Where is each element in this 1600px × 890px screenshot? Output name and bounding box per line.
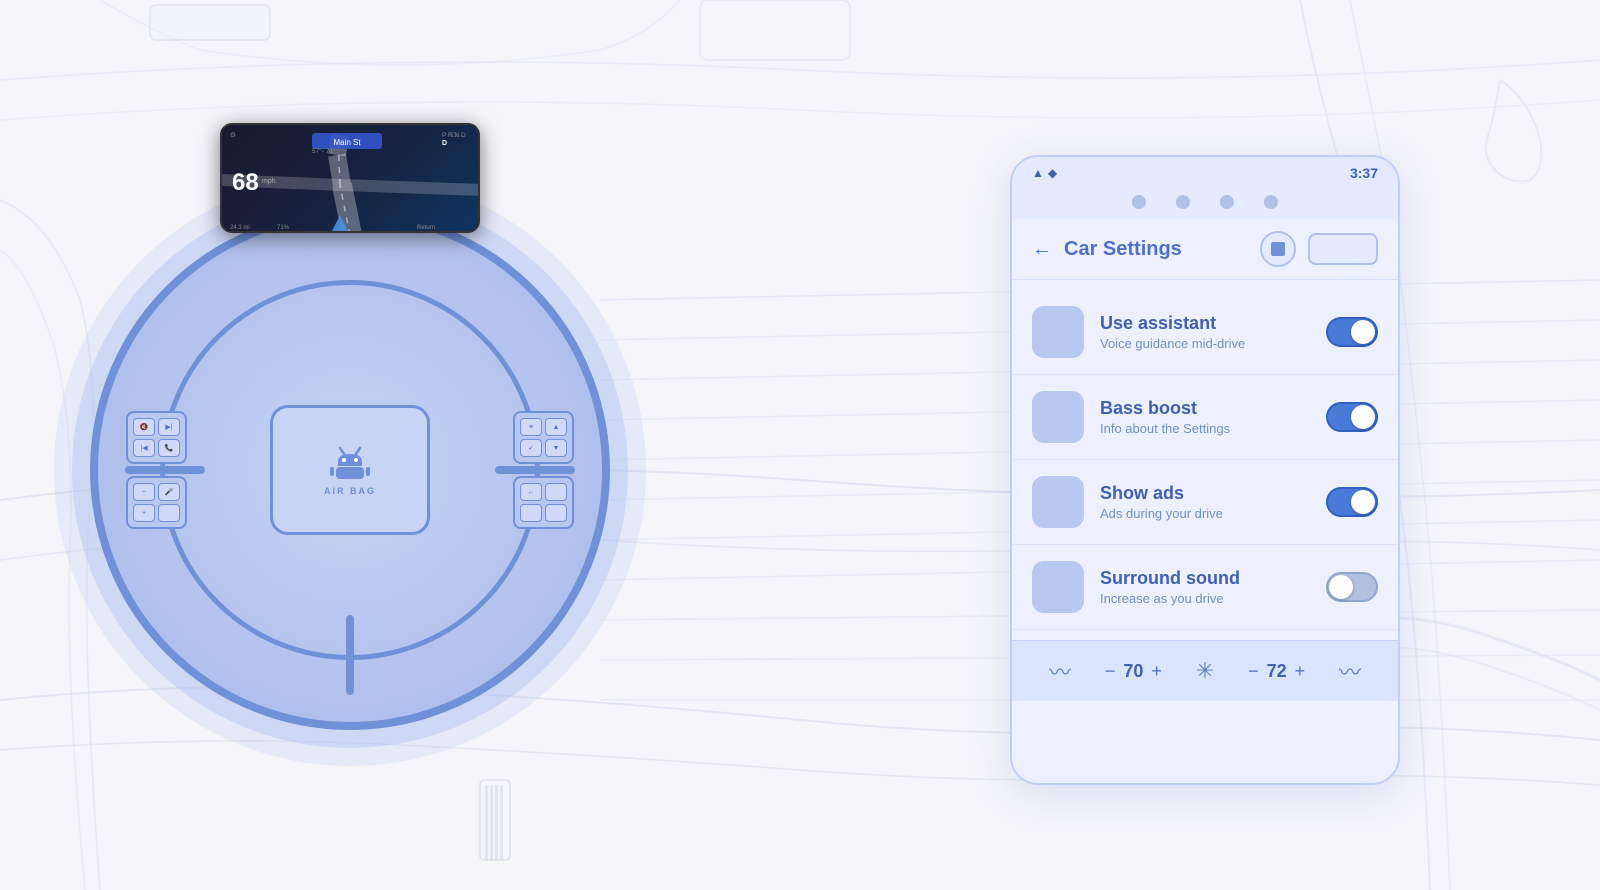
left-heat-icon: 〰 — [1049, 655, 1071, 687]
android-robot-icon — [330, 444, 370, 482]
left-btn-group-bottom: − 🎤 + — [126, 476, 187, 529]
bass-boost-desc: Info about the Settings — [1100, 421, 1310, 436]
minus-btn[interactable]: − — [133, 483, 155, 501]
settings-list: Use assistant Voice guidance mid-drive B… — [1012, 280, 1398, 640]
right-climate-control: − 72 + — [1248, 661, 1305, 682]
phone-status-bar: ▲ ◆ 3:37 — [1012, 157, 1398, 185]
vol-down-btn[interactable]: |◀ — [133, 439, 155, 457]
mic-btn[interactable]: 🎤 — [158, 483, 180, 501]
svg-text:D: D — [442, 140, 447, 147]
bass-boost-title: Bass boost — [1100, 398, 1310, 419]
left-temp-value: 70 — [1123, 661, 1143, 682]
setting-use-assistant: Use assistant Voice guidance mid-drive — [1012, 290, 1398, 375]
use-assistant-desc: Voice guidance mid-drive — [1100, 336, 1310, 351]
svg-text:⊙: ⊙ — [230, 132, 236, 139]
r3-btn[interactable] — [545, 504, 567, 522]
nav-dot-4 — [1264, 195, 1278, 209]
steering-wheel-inner: AIR BAG — [160, 280, 540, 660]
nav-dot-2 — [1176, 195, 1190, 209]
phone-nav-dots — [1012, 185, 1398, 219]
climate-bar: 〰 − 70 + ✳ − 72 + 〰 — [1012, 640, 1398, 701]
airbag-label: AIR BAG — [324, 486, 376, 496]
nav-dot-3 — [1220, 195, 1234, 209]
setting-bass-boost: Bass boost Info about the Settings — [1012, 375, 1398, 460]
right-temp-increase-btn[interactable]: + — [1295, 661, 1306, 682]
surround-sound-toggle[interactable] — [1326, 572, 1378, 602]
back-arrow-icon: ← — [1032, 238, 1052, 261]
phone-panel: ▲ ◆ 3:37 ← Car Settings Use assistant Vo… — [1010, 155, 1400, 785]
svg-text:Main St: Main St — [333, 138, 361, 147]
svg-text:24.3 mi: 24.3 mi — [230, 225, 250, 231]
svg-text:mph: mph — [262, 178, 276, 185]
down-btn[interactable]: ▼ — [545, 439, 567, 457]
back-button[interactable]: ← — [1032, 238, 1052, 261]
setting-surround-sound: Surround sound Increase as you drive — [1012, 545, 1398, 630]
up-btn[interactable]: ▲ — [545, 418, 567, 436]
r2-btn[interactable] — [520, 504, 542, 522]
right-temp-value: 72 — [1267, 661, 1287, 682]
left-spoke-buttons: 🔇 ▶| |◀ 📞 − 🎤 + — [126, 411, 187, 529]
show-ads-toggle[interactable] — [1326, 487, 1378, 517]
steering-wheel-outer: Main St ⊙ □ 57°- 71° 68 mph 24.3 mi 71% … — [90, 210, 610, 730]
left-climate-control: − 70 + — [1105, 661, 1162, 682]
signal-icon: ▲ — [1032, 166, 1044, 180]
check-btn[interactable]: ✓ — [520, 439, 542, 457]
map-svg: Main St ⊙ □ 57°- 71° 68 mph 24.3 mi 71% … — [222, 125, 480, 233]
left-btn-group-top: 🔇 ▶| |◀ 📞 — [126, 411, 187, 464]
fan-icon: ✳ — [1196, 658, 1214, 684]
show-ads-text: Show ads Ads during your drive — [1100, 483, 1310, 521]
bass-boost-icon — [1032, 391, 1084, 443]
settings-header: ← Car Settings — [1012, 219, 1398, 280]
right-heat-icon: 〰 — [1339, 655, 1361, 687]
right-temp-decrease-btn[interactable]: − — [1248, 661, 1259, 682]
back-sw-btn[interactable]: ← — [520, 483, 542, 501]
right-btn-group-top: ≡ ▲ ✓ ▼ — [513, 411, 574, 464]
steering-wheel-container: Main St ⊙ □ 57°- 71° 68 mph 24.3 mi 71% … — [60, 80, 640, 860]
left-temp-decrease-btn[interactable]: − — [1105, 661, 1116, 682]
use-assistant-toggle[interactable] — [1326, 317, 1378, 347]
vol-up-btn[interactable]: ▶| — [158, 418, 180, 436]
surround-sound-icon — [1032, 561, 1084, 613]
blank-btn — [158, 504, 180, 522]
right-spoke-buttons: ≡ ▲ ✓ ▼ ← — [513, 411, 574, 529]
surround-sound-text: Surround sound Increase as you drive — [1100, 568, 1310, 606]
use-assistant-icon — [1032, 306, 1084, 358]
svg-text:68: 68 — [232, 169, 259, 196]
use-assistant-title: Use assistant — [1100, 313, 1310, 334]
status-time: 3:37 — [1350, 165, 1378, 181]
phone-btn[interactable]: 📞 — [158, 439, 180, 457]
nav-dot-1 — [1132, 195, 1146, 209]
stop-icon — [1271, 242, 1285, 256]
menu-button[interactable] — [1308, 233, 1378, 265]
spoke-bottom — [346, 615, 354, 695]
svg-text:57°- 71°: 57°- 71° — [312, 147, 336, 155]
surround-sound-desc: Increase as you drive — [1100, 591, 1310, 606]
use-assistant-text: Use assistant Voice guidance mid-drive — [1100, 313, 1310, 351]
status-left: ▲ ◆ — [1032, 166, 1057, 180]
stop-button[interactable] — [1260, 231, 1296, 267]
wifi-icon: ◆ — [1048, 166, 1057, 180]
r1-btn[interactable] — [545, 483, 567, 501]
surround-sound-title: Surround sound — [1100, 568, 1310, 589]
show-ads-icon — [1032, 476, 1084, 528]
svg-text:P R N D: P R N D — [442, 132, 466, 139]
bass-boost-toggle[interactable] — [1326, 402, 1378, 432]
plus-btn[interactable]: + — [133, 504, 155, 522]
right-btn-group-bottom: ← — [513, 476, 574, 529]
show-ads-desc: Ads during your drive — [1100, 506, 1310, 521]
dash-display: Main St ⊙ □ 57°- 71° 68 mph 24.3 mi 71% … — [220, 123, 480, 233]
menu-btn[interactable]: ≡ — [520, 418, 542, 436]
svg-text:Return: Return — [417, 225, 435, 231]
setting-show-ads: Show ads Ads during your drive — [1012, 460, 1398, 545]
show-ads-title: Show ads — [1100, 483, 1310, 504]
left-temp-increase-btn[interactable]: + — [1151, 661, 1162, 682]
mute-btn[interactable]: 🔇 — [133, 418, 155, 436]
steering-center-hub: AIR BAG — [270, 405, 430, 535]
svg-text:71%: 71% — [277, 225, 290, 231]
settings-title: Car Settings — [1064, 238, 1248, 261]
bass-boost-text: Bass boost Info about the Settings — [1100, 398, 1310, 436]
